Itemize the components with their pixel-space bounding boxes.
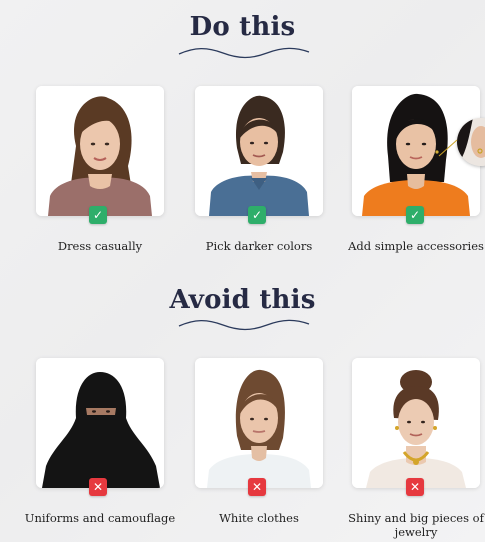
caption-white-clothes: White clothes (219, 511, 299, 525)
portrait-woman-white-shirt (195, 358, 323, 488)
caption-pick-darker-colors: Pick darker colors (205, 239, 313, 253)
caption-dress-casually: Dress casually (57, 239, 143, 253)
caption-add-simple-accessories: Add simple accessories (348, 239, 484, 253)
portrait-woman-necklace (352, 358, 480, 488)
portrait-black-veil (36, 358, 164, 488)
heading-underline-squiggle (178, 319, 310, 331)
x-icon: ✕ (248, 478, 266, 496)
heading-underline-squiggle (178, 47, 310, 59)
do-this-heading: Do this (189, 12, 296, 42)
portrait-woman-blue-shirt (195, 86, 323, 216)
check-icon: ✓ (89, 206, 107, 224)
check-icon: ✓ (406, 206, 424, 224)
avoid-this-heading: Avoid this (169, 285, 316, 315)
portrait-casual-woman (36, 86, 164, 216)
photo-card-shiny-jewelry (352, 358, 480, 488)
photo-card-pick-darker-colors (195, 86, 323, 216)
caption-shiny-jewelry: Shiny and big pieces of jewelry (348, 511, 484, 539)
check-icon: ✓ (248, 206, 266, 224)
x-icon: ✕ (89, 478, 107, 496)
photo-card-dress-casually (36, 86, 164, 216)
caption-uniforms-and-camouflage: Uniforms and camouflage (24, 511, 176, 525)
connector-line (438, 139, 458, 157)
x-icon: ✕ (406, 478, 424, 496)
photo-card-white-clothes (195, 358, 323, 488)
photo-card-uniforms-and-camouflage (36, 358, 164, 488)
